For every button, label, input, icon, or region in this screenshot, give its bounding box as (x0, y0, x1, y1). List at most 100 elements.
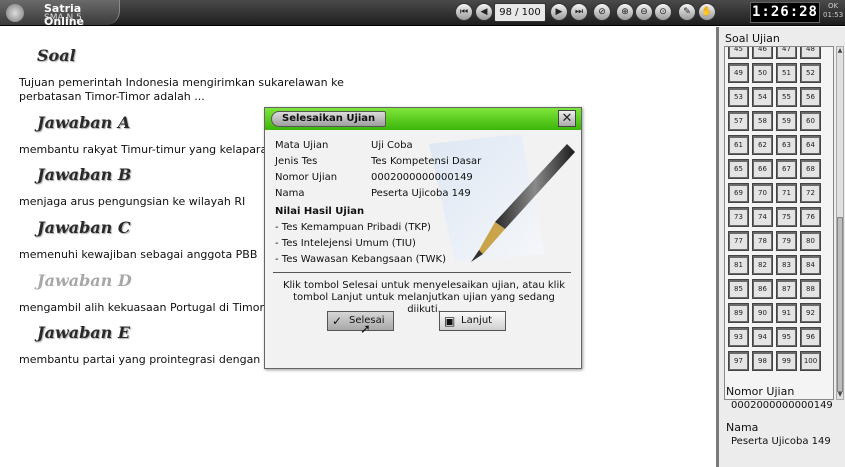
question-number-cell[interactable]: 96 (800, 327, 821, 347)
app-logo (6, 4, 24, 22)
top-toolbar: Satria Online SMA N 5 ⏮ ◀ 98 / 100 ▶ ⏭ ⊘… (0, 0, 845, 28)
question-number-cell[interactable]: 53 (728, 87, 749, 107)
question-number-cell[interactable]: 97 (728, 351, 749, 371)
question-number-cell[interactable]: 46 (752, 47, 773, 59)
close-icon[interactable]: ✕ (558, 110, 576, 127)
question-number-label: 71 (778, 185, 795, 201)
answer-b-heading[interactable]: Jawaban B (37, 165, 131, 184)
question-number-cell[interactable]: 82 (752, 255, 773, 275)
question-number-label: 69 (730, 185, 747, 201)
question-number-cell[interactable]: 58 (752, 111, 773, 131)
hand-tool-icon[interactable]: ✋ (698, 3, 716, 21)
question-number-label: 55 (778, 89, 795, 105)
fit-page-icon[interactable]: ⊘ (593, 3, 611, 21)
answer-e-text[interactable]: membantu partai yang prointegrasi dengan… (19, 353, 275, 367)
question-number-cell[interactable]: 45 (728, 47, 749, 59)
question-number-cell[interactable]: 75 (776, 207, 797, 227)
question-number-cell[interactable]: 84 (800, 255, 821, 275)
scroll-down-icon[interactable]: ▼ (837, 391, 843, 399)
question-number-cell[interactable]: 89 (728, 303, 749, 323)
question-number-label: 68 (802, 161, 819, 177)
pen-icon (429, 134, 575, 262)
question-number-cell[interactable]: 65 (728, 159, 749, 179)
question-number-cell[interactable]: 80 (800, 231, 821, 251)
question-number-cell[interactable]: 52 (800, 63, 821, 83)
question-number-cell[interactable]: 57 (728, 111, 749, 131)
question-number-cell[interactable]: 71 (776, 183, 797, 203)
question-number-label: 59 (778, 113, 795, 129)
question-number-cell[interactable]: 66 (752, 159, 773, 179)
question-number-label: 79 (778, 233, 795, 249)
question-number-cell[interactable]: 94 (752, 327, 773, 347)
question-number-cell[interactable]: 90 (752, 303, 773, 323)
answer-d-heading[interactable]: Jawaban D (37, 271, 132, 290)
question-number-cell[interactable]: 87 (776, 279, 797, 299)
lanjut-button[interactable]: ▣ Lanjut (439, 311, 506, 331)
prev-page-icon[interactable]: ◀ (475, 3, 493, 21)
scroll-up-icon[interactable]: ▲ (837, 47, 843, 55)
question-number-cell[interactable]: 48 (800, 47, 821, 59)
question-number-cell[interactable]: 83 (776, 255, 797, 275)
question-number-cell[interactable]: 92 (800, 303, 821, 323)
question-number-cell[interactable]: 95 (776, 327, 797, 347)
question-number-cell[interactable]: 74 (752, 207, 773, 227)
next-page-icon[interactable]: ▶ (550, 3, 568, 21)
question-number-cell[interactable]: 99 (776, 351, 797, 371)
question-number-label: 47 (778, 47, 795, 57)
answer-e-heading[interactable]: Jawaban E (37, 323, 130, 342)
question-number-cell[interactable]: 51 (776, 63, 797, 83)
first-page-icon[interactable]: ⏮ (455, 3, 473, 21)
question-number-cell[interactable]: 81 (728, 255, 749, 275)
score-item-tkp: - Tes Kemampuan Pribadi (TKP) (275, 222, 431, 233)
zoom-in-icon[interactable]: ⊕ (616, 3, 634, 21)
answer-b-text[interactable]: menjaga arus pengungsian ke wilayah RI (19, 195, 245, 209)
question-number-cell[interactable]: 47 (776, 47, 797, 59)
question-number-cell[interactable]: 60 (800, 111, 821, 131)
last-page-icon[interactable]: ⏭ (570, 3, 588, 21)
question-number-cell[interactable]: 69 (728, 183, 749, 203)
zoom-fit-icon[interactable]: ⊙ (654, 3, 672, 21)
question-number-cell[interactable]: 61 (728, 135, 749, 155)
question-number-cell[interactable]: 78 (752, 231, 773, 251)
question-number-cell[interactable]: 91 (776, 303, 797, 323)
answer-d-text[interactable]: mengambil alih kekuasaan Portugal di Tim… (19, 301, 264, 315)
question-number-label: 62 (754, 137, 771, 153)
question-number-cell[interactable]: 54 (752, 87, 773, 107)
question-number-label: 89 (730, 305, 747, 321)
question-number-cell[interactable]: 98 (752, 351, 773, 371)
scroll-thumb[interactable] (837, 217, 843, 392)
answer-c-heading[interactable]: Jawaban C (37, 218, 131, 237)
question-number-cell[interactable]: 67 (776, 159, 797, 179)
answer-a-text[interactable]: membantu rakyat Timur-timur yang kelapar… (19, 143, 274, 157)
question-number-cell[interactable]: 85 (728, 279, 749, 299)
question-number-cell[interactable]: 56 (800, 87, 821, 107)
question-number-cell[interactable]: 49 (728, 63, 749, 83)
question-number-cell[interactable]: 64 (800, 135, 821, 155)
question-number-cell[interactable]: 76 (800, 207, 821, 227)
question-number-cell[interactable]: 86 (752, 279, 773, 299)
question-number-cell[interactable]: 77 (728, 231, 749, 251)
question-number-label: 57 (730, 113, 747, 129)
question-number-cell[interactable]: 59 (776, 111, 797, 131)
question-number-cell[interactable]: 70 (752, 183, 773, 203)
question-number-cell[interactable]: 72 (800, 183, 821, 203)
zoom-out-icon[interactable]: ⊖ (635, 3, 653, 21)
question-number-cell[interactable]: 88 (800, 279, 821, 299)
question-number-cell[interactable]: 93 (728, 327, 749, 347)
navigator-scrollbar[interactable]: ▲ ▼ (836, 46, 844, 400)
question-number-cell[interactable]: 100 (800, 351, 821, 371)
question-number-cell[interactable]: 63 (776, 135, 797, 155)
question-number-label: 88 (802, 281, 819, 297)
answer-c-text[interactable]: memenuhi kewajiban sebagai anggota PBB (19, 248, 257, 262)
answer-a-heading[interactable]: Jawaban A (37, 113, 130, 132)
select-tool-icon[interactable]: ✎ (678, 3, 696, 21)
question-number-cell[interactable]: 62 (752, 135, 773, 155)
question-number-cell[interactable]: 55 (776, 87, 797, 107)
question-number-label: 93 (730, 329, 747, 345)
question-number-cell[interactable]: 50 (752, 63, 773, 83)
question-number-label: 73 (730, 209, 747, 225)
question-number-cell[interactable]: 68 (800, 159, 821, 179)
question-number-cell[interactable]: 79 (776, 231, 797, 251)
dialog-message: Klik tombol Selesai untuk menyelesaikan … (282, 280, 566, 315)
question-number-cell[interactable]: 73 (728, 207, 749, 227)
